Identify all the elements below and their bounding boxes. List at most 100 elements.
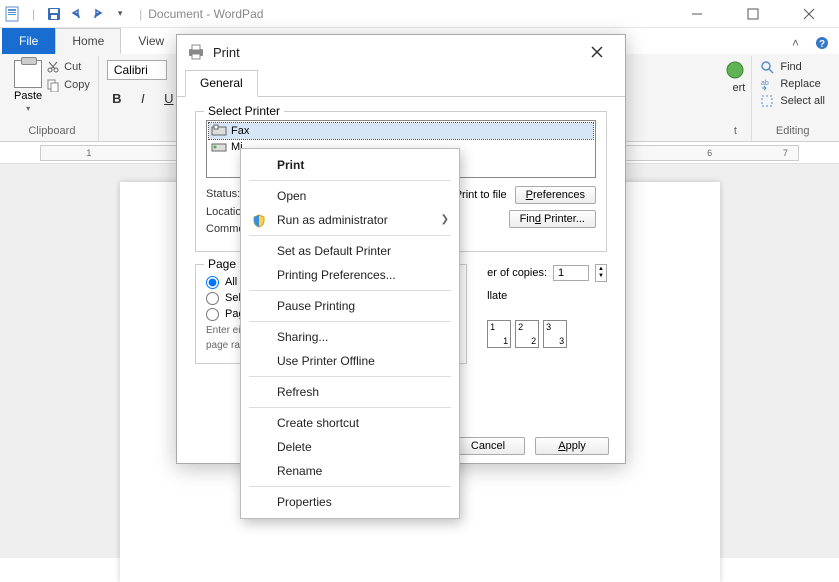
find-printer-button[interactable]: Find Printer... [509, 210, 596, 228]
collate-checkbox[interactable]: llate [487, 290, 607, 302]
help-icon[interactable]: ? [805, 32, 839, 54]
select-printer-label: Select Printer [204, 104, 284, 118]
collate-preview [487, 320, 607, 348]
ctx-pause[interactable]: Pause Printing [241, 294, 459, 318]
replace-icon: ab [760, 77, 774, 91]
tab-view[interactable]: View [121, 28, 181, 54]
italic-button[interactable]: I [133, 88, 153, 108]
quick-access-toolbar: | ▾ | [4, 5, 148, 23]
find-icon [760, 60, 774, 74]
preferences-label: references [533, 189, 585, 201]
close-button[interactable] [791, 2, 827, 26]
clipboard-group-label: Clipboard [28, 125, 75, 139]
preferences-button[interactable]: Preferences [515, 186, 596, 204]
collate-label: llate [487, 290, 507, 302]
ruler-tick: 7 [783, 148, 788, 158]
ctx-run-as-admin[interactable]: Run as administrator ❯ [241, 208, 459, 232]
insert-fragment: ert t [717, 56, 752, 141]
dialog-close-button[interactable] [591, 46, 615, 58]
ctx-rename[interactable]: Rename [241, 459, 459, 483]
find-label: Find [780, 61, 801, 73]
radio-all-label: All [225, 276, 237, 288]
ctx-offline[interactable]: Use Printer Offline [241, 349, 459, 373]
select-all-label: Select all [780, 95, 825, 107]
minimize-button[interactable] [679, 2, 715, 26]
printer-icon [211, 140, 227, 154]
ctx-refresh[interactable]: Refresh [241, 380, 459, 404]
ctx-print[interactable]: Print [241, 153, 459, 177]
font-name-value: Calibri [114, 63, 148, 77]
copy-label: Copy [64, 79, 90, 91]
paste-button[interactable]: Paste ▾ [14, 60, 42, 113]
print-to-file-label: Print to file [455, 189, 507, 201]
save-icon[interactable] [45, 5, 63, 23]
ctx-printing-prefs[interactable]: Printing Preferences... [241, 263, 459, 287]
spinner-buttons[interactable]: ▲▼ [595, 264, 607, 282]
chevron-down-icon: ▾ [26, 104, 30, 113]
font-group-label [107, 125, 110, 139]
dialog-tabs: General [177, 69, 625, 97]
ctx-separator [249, 321, 451, 322]
editing-group-label: Editing [776, 125, 810, 139]
ctx-separator [249, 235, 451, 236]
ctx-sharing[interactable]: Sharing... [241, 325, 459, 349]
copies-label: er of copies: [487, 267, 547, 279]
cut-label: Cut [64, 61, 81, 73]
copy-icon [46, 78, 60, 92]
apply-button[interactable]: Apply [535, 437, 609, 455]
collate-page-icon [543, 320, 567, 348]
chevron-right-icon: ❯ [441, 214, 449, 225]
ctx-separator [249, 376, 451, 377]
select-all-icon [760, 94, 774, 108]
window-title: Document - WordPad [148, 7, 263, 21]
ctx-run-as-admin-label: Run as administrator [277, 213, 388, 227]
replace-label: Replace [780, 78, 820, 90]
ctx-set-default[interactable]: Set as Default Printer [241, 239, 459, 263]
shield-icon [251, 213, 267, 229]
copy-button[interactable]: Copy [46, 78, 90, 92]
paste-label: Paste [14, 90, 42, 102]
ctx-separator [249, 407, 451, 408]
app-icon [4, 5, 22, 23]
dialog-title: Print [213, 45, 240, 60]
clipboard-group: Paste ▾ Cut Copy Clipboard [6, 56, 99, 141]
bold-button[interactable]: B [107, 88, 127, 108]
ctx-separator [249, 180, 451, 181]
collate-page-icon [487, 320, 511, 348]
cut-button[interactable]: Cut [46, 60, 90, 74]
find-printer-label: Find Printer... [520, 213, 585, 225]
printer-icon [187, 43, 205, 61]
radio-selection-input[interactable] [206, 292, 219, 305]
printer-item-fax[interactable]: Fax [209, 123, 593, 139]
ctx-separator [249, 486, 451, 487]
ribbon-collapse-icon[interactable]: ˄ [786, 32, 805, 54]
ruler-tick: 6 [707, 148, 712, 158]
paste-icon [14, 60, 42, 88]
svg-text:?: ? [819, 39, 825, 50]
scissors-icon [46, 60, 60, 74]
tab-home[interactable]: Home [55, 28, 121, 54]
font-name-select[interactable]: Calibri [107, 60, 167, 80]
tab-file[interactable]: File [2, 28, 55, 54]
select-all-button[interactable]: Select all [760, 94, 825, 108]
radio-all-input[interactable] [206, 276, 219, 289]
copies-input[interactable]: 1 [553, 265, 589, 281]
ctx-delete[interactable]: Delete [241, 435, 459, 459]
cancel-button[interactable]: Cancel [451, 437, 525, 455]
tab-general[interactable]: General [185, 70, 258, 97]
undo-icon[interactable] [67, 5, 85, 23]
dialog-titlebar: Print [177, 35, 625, 69]
ctx-properties[interactable]: Properties [241, 490, 459, 514]
fax-icon [211, 124, 227, 138]
redo-icon[interactable] [89, 5, 107, 23]
collate-page-icon [515, 320, 539, 348]
object-icon [725, 60, 745, 80]
replace-button[interactable]: ab Replace [760, 77, 825, 91]
qat-dropdown-icon[interactable]: ▾ [111, 5, 129, 23]
ctx-create-shortcut[interactable]: Create shortcut [241, 411, 459, 435]
svg-text:ab: ab [761, 80, 769, 87]
find-button[interactable]: Find [760, 60, 825, 74]
ctx-open[interactable]: Open [241, 184, 459, 208]
radio-pages-input[interactable] [206, 308, 219, 321]
maximize-button[interactable] [735, 2, 771, 26]
